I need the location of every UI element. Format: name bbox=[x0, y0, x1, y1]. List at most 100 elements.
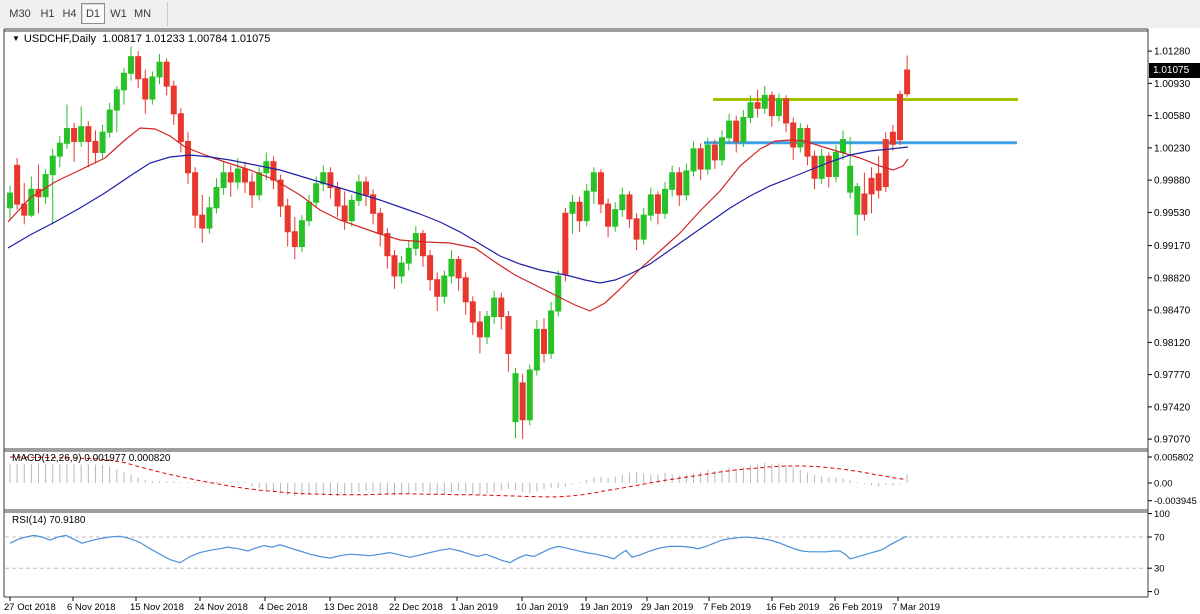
rsi-axis-label: 30 bbox=[1154, 564, 1165, 575]
candle-body bbox=[420, 234, 425, 256]
tab-mn[interactable]: MN bbox=[131, 3, 154, 24]
rsi-indicator-label: RSI(14) 70.9180 bbox=[12, 515, 85, 526]
candle-body bbox=[848, 166, 853, 192]
candle-body bbox=[285, 206, 290, 232]
candle-body bbox=[157, 62, 162, 77]
candle-body bbox=[705, 145, 710, 169]
candle-body bbox=[549, 311, 554, 353]
candle-body bbox=[100, 132, 105, 152]
candle-body bbox=[129, 57, 134, 74]
tab-h1[interactable]: H1 bbox=[37, 3, 58, 24]
symbol-dropdown-icon[interactable]: ▼ bbox=[12, 34, 20, 43]
candle-body bbox=[221, 173, 226, 188]
candle-body bbox=[356, 182, 361, 200]
candle-body bbox=[684, 171, 689, 195]
tab-w1[interactable]: W1 bbox=[108, 3, 129, 24]
candle-body bbox=[406, 248, 411, 263]
candles bbox=[8, 46, 910, 439]
candle-body bbox=[841, 140, 846, 153]
chart-canvas[interactable]: 1.012801.009301.005801.002300.998800.995… bbox=[0, 28, 1200, 614]
candle-body bbox=[748, 103, 753, 118]
toolbar-separator bbox=[167, 2, 168, 26]
candle-body bbox=[228, 173, 233, 182]
price-axis-label: 1.00580 bbox=[1154, 111, 1191, 122]
ma-fast-line bbox=[8, 128, 908, 311]
candle-body bbox=[876, 174, 881, 191]
ohlc-high: 1.01233 bbox=[145, 33, 185, 45]
candle-body bbox=[883, 140, 888, 187]
candle-body bbox=[477, 322, 482, 337]
candle-body bbox=[648, 195, 653, 215]
date-label: 22 Dec 2018 bbox=[389, 602, 443, 613]
candle-body bbox=[826, 156, 831, 176]
candle-body bbox=[691, 149, 696, 171]
rsi-axis-label: 0 bbox=[1154, 587, 1159, 598]
candle-body bbox=[769, 95, 774, 115]
candle-body bbox=[741, 117, 746, 141]
candle-body bbox=[50, 156, 55, 174]
candle-body bbox=[93, 141, 98, 152]
tab-d1[interactable]: D1 bbox=[81, 3, 105, 24]
ohlc-open: 1.00817 bbox=[102, 33, 142, 45]
candle-body bbox=[15, 165, 20, 204]
candle-body bbox=[485, 317, 490, 337]
candle-body bbox=[235, 169, 240, 182]
price-axis-label: 0.97770 bbox=[1154, 370, 1191, 381]
candle-body bbox=[762, 95, 767, 108]
candle-body bbox=[655, 195, 660, 213]
candle-body bbox=[428, 256, 433, 280]
price-axis-label: 0.97420 bbox=[1154, 402, 1191, 413]
macd-axis-label: -0.003945 bbox=[1154, 496, 1197, 507]
candle-body bbox=[214, 188, 219, 208]
candle-body bbox=[784, 99, 789, 123]
date-label: 15 Nov 2018 bbox=[130, 602, 184, 613]
candle-body bbox=[392, 256, 397, 276]
candle-body bbox=[819, 156, 824, 178]
candle-body bbox=[791, 123, 796, 147]
candle-body bbox=[114, 90, 119, 110]
candle-body bbox=[527, 370, 532, 420]
candle-body bbox=[335, 188, 340, 206]
current-price-badge: 1.01075 bbox=[1149, 63, 1200, 78]
candle-body bbox=[520, 383, 525, 420]
date-label: 19 Jan 2019 bbox=[580, 602, 632, 613]
candle-body bbox=[663, 189, 668, 213]
candle-body bbox=[242, 169, 247, 182]
candle-body bbox=[898, 94, 903, 139]
tab-h4[interactable]: H4 bbox=[59, 3, 80, 24]
tab-m30[interactable]: M30 bbox=[6, 3, 34, 24]
candle-body bbox=[364, 182, 369, 195]
date-label: 10 Jan 2019 bbox=[516, 602, 568, 613]
candle-body bbox=[734, 121, 739, 141]
candle-body bbox=[577, 202, 582, 220]
candle-body bbox=[456, 259, 461, 277]
candle-body bbox=[64, 129, 69, 144]
candle-body bbox=[399, 263, 404, 276]
date-label: 27 Oct 2018 bbox=[4, 602, 56, 613]
candle-body bbox=[29, 189, 34, 215]
candle-body bbox=[727, 121, 732, 138]
candle-body bbox=[670, 173, 675, 190]
price-axis-label: 1.00930 bbox=[1154, 79, 1191, 90]
candle-body bbox=[634, 219, 639, 239]
candle-body bbox=[542, 329, 547, 353]
candle-body bbox=[563, 213, 568, 274]
candle-body bbox=[442, 276, 447, 296]
date-label: 7 Feb 2019 bbox=[703, 602, 751, 613]
candle-body bbox=[8, 193, 13, 208]
candle-body bbox=[314, 184, 319, 202]
candle-body bbox=[250, 182, 255, 195]
candle-body bbox=[136, 57, 141, 79]
price-axis-label: 0.98820 bbox=[1154, 273, 1191, 284]
date-label: 16 Feb 2019 bbox=[766, 602, 819, 613]
candle-body bbox=[584, 191, 589, 220]
macd-indicator-label: MACD(12,26,9) 0.001977 0.000820 bbox=[12, 453, 170, 464]
candle-body bbox=[349, 200, 354, 220]
candle-body bbox=[43, 175, 48, 197]
candle-body bbox=[627, 195, 632, 219]
price-axis-label: 0.97070 bbox=[1154, 435, 1191, 446]
macd-axis-label: 0.005802 bbox=[1154, 452, 1194, 463]
date-label: 4 Dec 2018 bbox=[259, 602, 308, 613]
candle-body bbox=[506, 317, 511, 354]
date-label: 24 Nov 2018 bbox=[194, 602, 248, 613]
